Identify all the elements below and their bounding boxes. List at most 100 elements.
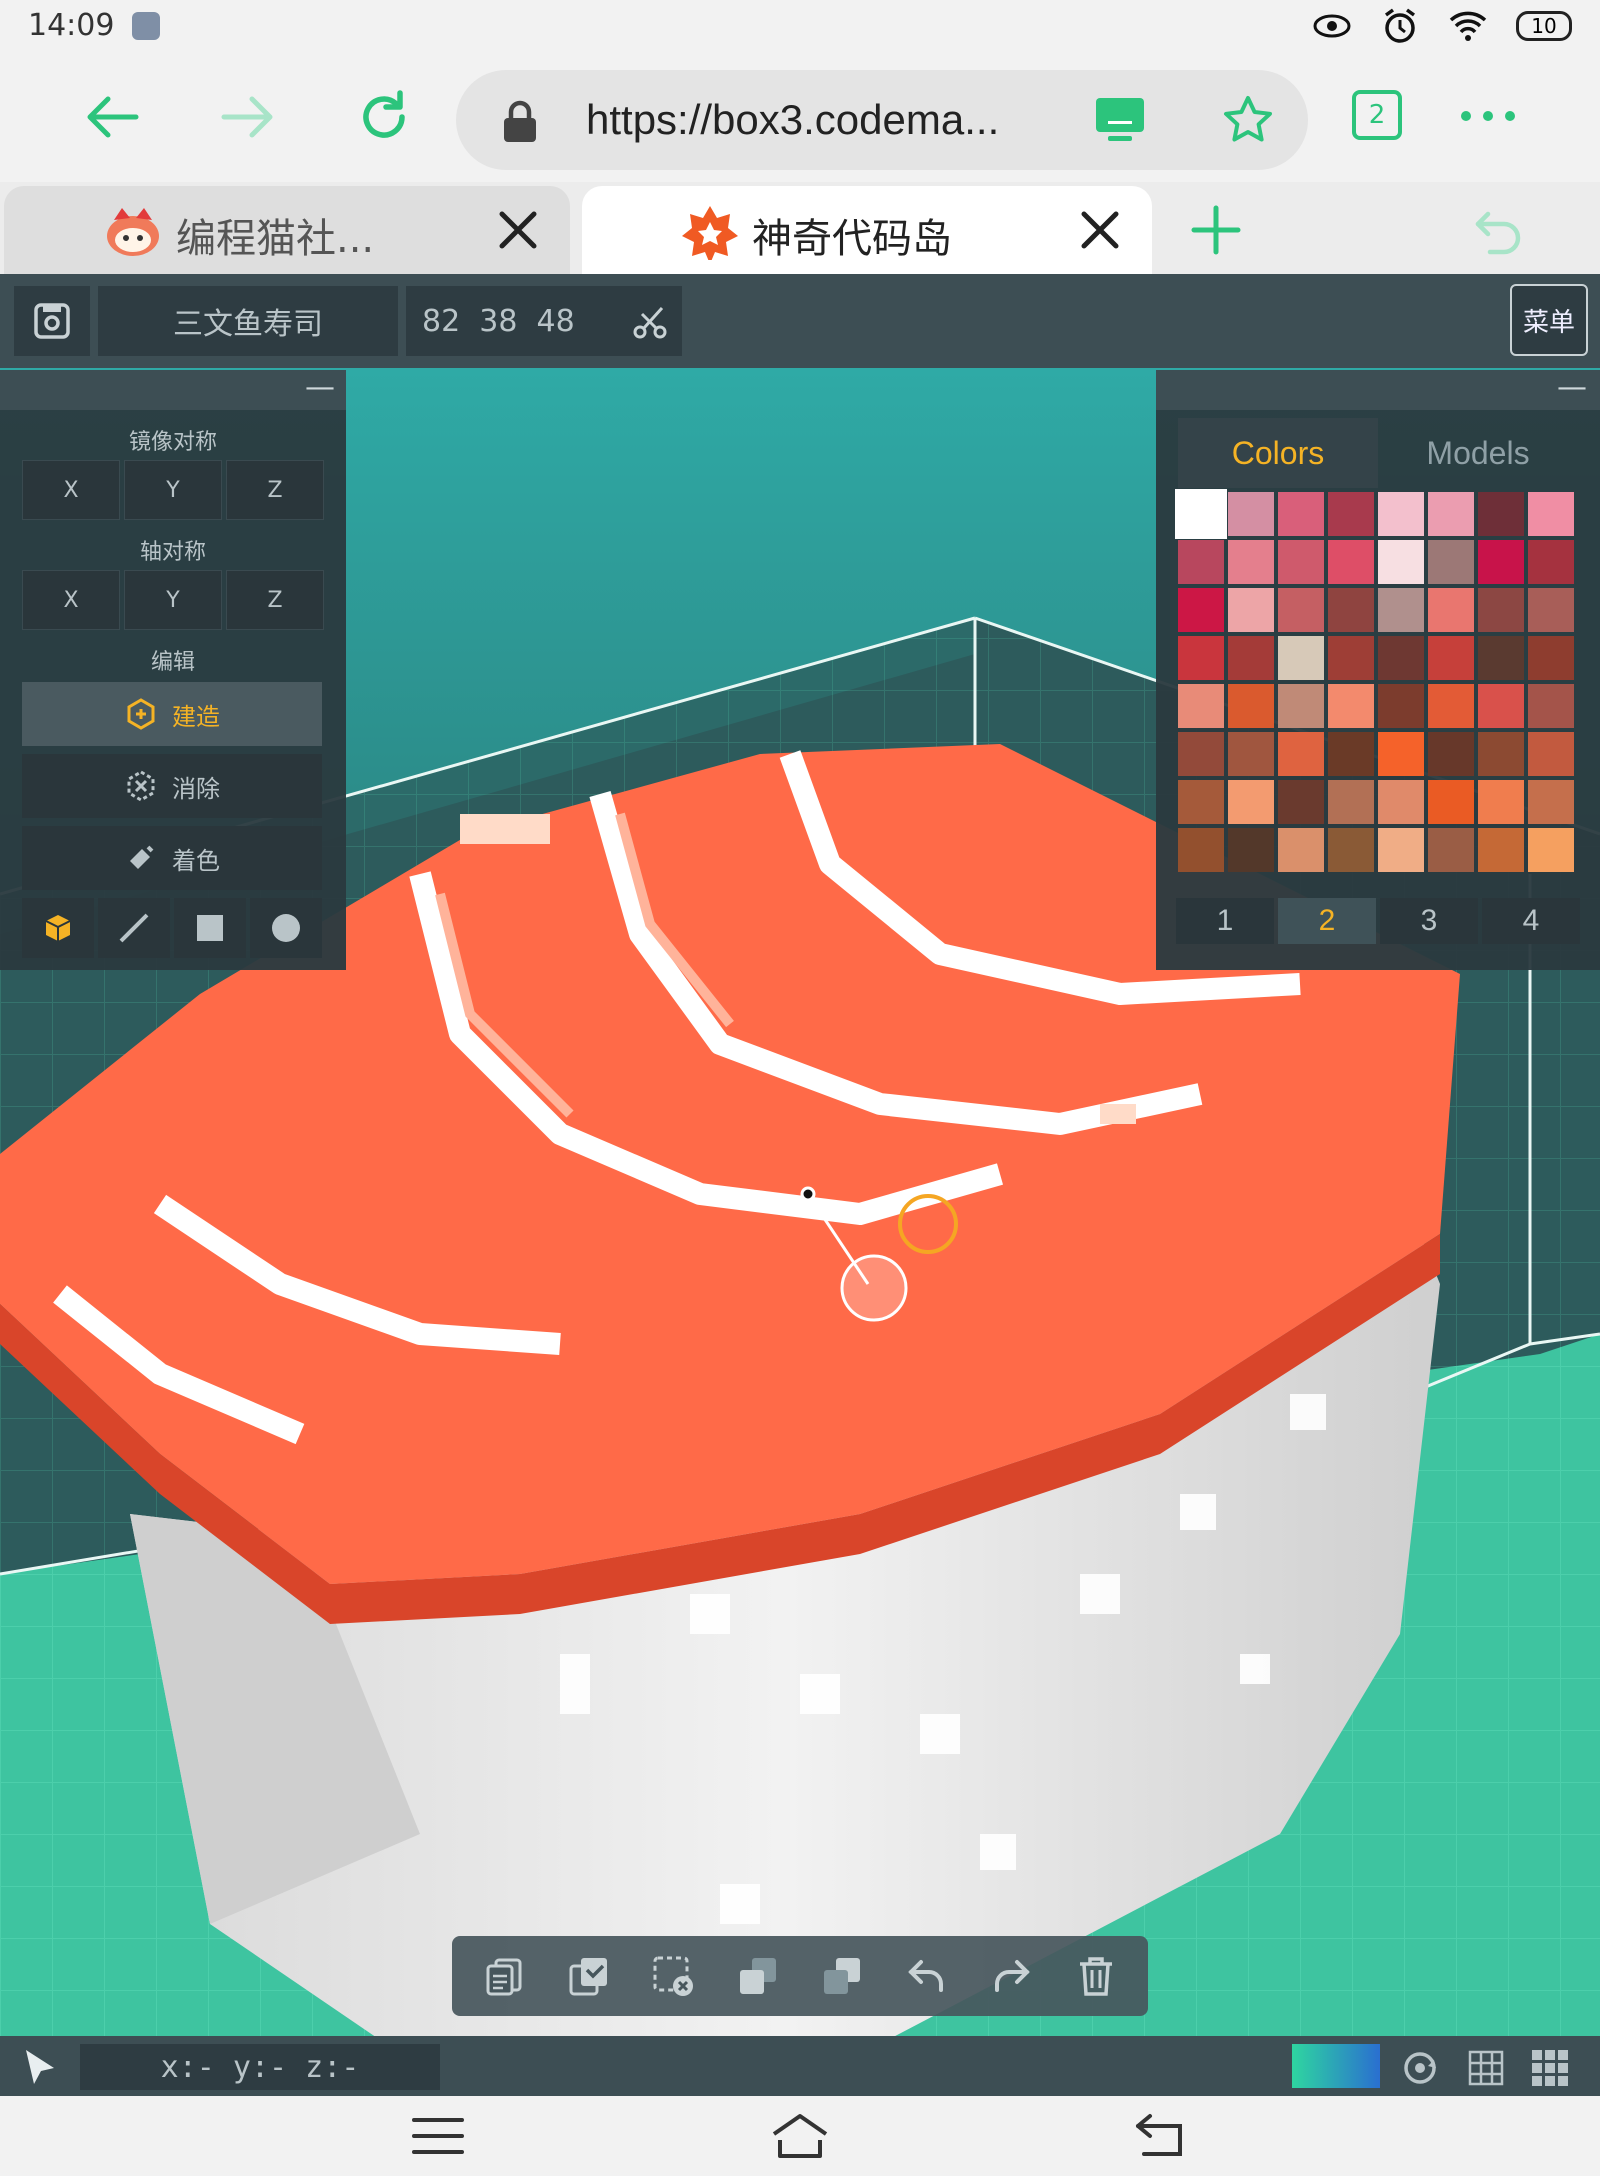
- select-all-button[interactable]: [565, 1952, 613, 2000]
- color-swatch[interactable]: [1478, 684, 1524, 728]
- undo-close-tab-icon[interactable]: [1472, 204, 1524, 256]
- copy-button[interactable]: [480, 1952, 528, 2000]
- color-swatch[interactable]: [1428, 492, 1474, 536]
- paint-tool-button[interactable]: 着色: [22, 826, 322, 890]
- save-button[interactable]: [14, 286, 90, 356]
- duplicate-button[interactable]: [734, 1952, 782, 2000]
- reload-icon[interactable]: [352, 85, 416, 149]
- color-swatch[interactable]: [1328, 828, 1374, 872]
- color-swatch[interactable]: [1328, 588, 1374, 632]
- color-swatch[interactable]: [1278, 684, 1324, 728]
- tab-count-button[interactable]: 2: [1352, 90, 1402, 140]
- palette-page-4[interactable]: 4: [1482, 898, 1580, 944]
- dense-grid-icon[interactable]: [1528, 2046, 1572, 2090]
- color-swatch[interactable]: [1478, 636, 1524, 680]
- square-shape-button[interactable]: [174, 898, 246, 958]
- back-arrow-icon[interactable]: [80, 85, 144, 149]
- axis-z-button[interactable]: Z: [226, 570, 324, 630]
- color-swatch[interactable]: [1178, 828, 1224, 872]
- color-swatch[interactable]: [1378, 828, 1424, 872]
- palette-page-1[interactable]: 1: [1176, 898, 1274, 944]
- pointer-icon[interactable]: [20, 2046, 60, 2090]
- color-swatch[interactable]: [1278, 588, 1324, 632]
- close-tab-icon[interactable]: [496, 208, 540, 252]
- color-swatch[interactable]: [1278, 540, 1324, 584]
- color-swatch[interactable]: [1528, 540, 1574, 584]
- color-swatch[interactable]: [1478, 732, 1524, 776]
- color-swatch[interactable]: [1178, 588, 1224, 632]
- color-swatch[interactable]: [1528, 636, 1574, 680]
- color-swatch[interactable]: [1428, 684, 1474, 728]
- color-swatch[interactable]: [1328, 492, 1374, 536]
- palette-page-3[interactable]: 3: [1380, 898, 1478, 944]
- color-swatch[interactable]: [1378, 732, 1424, 776]
- tab-codemao-community[interactable]: 编程猫社...: [4, 186, 570, 274]
- color-swatch[interactable]: [1428, 780, 1474, 824]
- color-swatch[interactable]: [1378, 540, 1424, 584]
- collapse-palette-icon[interactable]: —: [1552, 370, 1592, 410]
- cube-shape-button[interactable]: [22, 898, 94, 958]
- color-swatch[interactable]: [1428, 588, 1474, 632]
- color-swatch[interactable]: [1478, 828, 1524, 872]
- model-dimensions[interactable]: 82 38 48: [406, 286, 682, 356]
- color-swatch[interactable]: [1528, 588, 1574, 632]
- color-swatch[interactable]: [1228, 684, 1274, 728]
- color-swatch[interactable]: [1228, 732, 1274, 776]
- grid-icon[interactable]: [1464, 2046, 1508, 2090]
- orbit-icon[interactable]: [1398, 2046, 1442, 2090]
- color-swatch[interactable]: [1328, 684, 1374, 728]
- color-swatch[interactable]: [1178, 780, 1224, 824]
- undo-button[interactable]: [903, 1952, 951, 2000]
- tab-colors[interactable]: Colors: [1178, 418, 1378, 488]
- color-swatch[interactable]: [1278, 780, 1324, 824]
- current-color-swatch[interactable]: [1292, 2044, 1380, 2088]
- color-swatch[interactable]: [1378, 492, 1424, 536]
- color-swatch[interactable]: [1178, 636, 1224, 680]
- axis-y-button[interactable]: Y: [124, 570, 222, 630]
- color-swatch[interactable]: [1378, 636, 1424, 680]
- color-swatch[interactable]: [1228, 492, 1274, 536]
- color-swatch[interactable]: [1428, 828, 1474, 872]
- color-swatch[interactable]: [1278, 636, 1324, 680]
- color-swatch[interactable]: [1378, 588, 1424, 632]
- color-swatch[interactable]: [1228, 540, 1274, 584]
- menu-icon[interactable]: [406, 2110, 470, 2162]
- color-swatch[interactable]: [1478, 588, 1524, 632]
- redo-button[interactable]: [987, 1952, 1035, 2000]
- color-swatch[interactable]: [1328, 540, 1374, 584]
- merge-button[interactable]: [818, 1952, 866, 2000]
- palette-page-2[interactable]: 2: [1278, 898, 1376, 944]
- color-swatch[interactable]: [1178, 732, 1224, 776]
- color-swatch[interactable]: [1478, 540, 1524, 584]
- mirror-x-button[interactable]: X: [22, 460, 120, 520]
- close-tab-icon[interactable]: [1078, 208, 1122, 252]
- color-swatch[interactable]: [1278, 492, 1324, 536]
- tab-code-island[interactable]: 神奇代码岛: [582, 186, 1152, 274]
- color-swatch[interactable]: [1228, 588, 1274, 632]
- color-swatch[interactable]: [1228, 636, 1274, 680]
- color-swatch[interactable]: [1478, 780, 1524, 824]
- home-icon[interactable]: [768, 2110, 832, 2162]
- back-icon[interactable]: [1130, 2110, 1194, 2162]
- color-swatch[interactable]: [1178, 684, 1224, 728]
- deselect-button[interactable]: [649, 1952, 697, 2000]
- color-swatch[interactable]: [1328, 732, 1374, 776]
- color-swatch[interactable]: [1428, 636, 1474, 680]
- scissors-icon[interactable]: [632, 304, 668, 340]
- color-swatch[interactable]: [1528, 780, 1574, 824]
- color-swatch[interactable]: [1528, 828, 1574, 872]
- forward-arrow-icon[interactable]: [216, 85, 280, 149]
- line-shape-button[interactable]: [98, 898, 170, 958]
- sphere-shape-button[interactable]: [250, 898, 322, 958]
- color-swatch[interactable]: [1428, 540, 1474, 584]
- bookmark-star-icon[interactable]: [1222, 94, 1274, 146]
- color-swatch[interactable]: [1278, 732, 1324, 776]
- color-swatch[interactable]: [1178, 540, 1224, 584]
- mirror-z-button[interactable]: Z: [226, 460, 324, 520]
- url-bar[interactable]: https://box3.codema...: [456, 70, 1308, 170]
- color-swatch[interactable]: [1528, 492, 1574, 536]
- tab-models[interactable]: Models: [1378, 418, 1578, 488]
- delete-button[interactable]: [1072, 1952, 1120, 2000]
- collapse-panel-icon[interactable]: —: [300, 370, 340, 410]
- mirror-y-button[interactable]: Y: [124, 460, 222, 520]
